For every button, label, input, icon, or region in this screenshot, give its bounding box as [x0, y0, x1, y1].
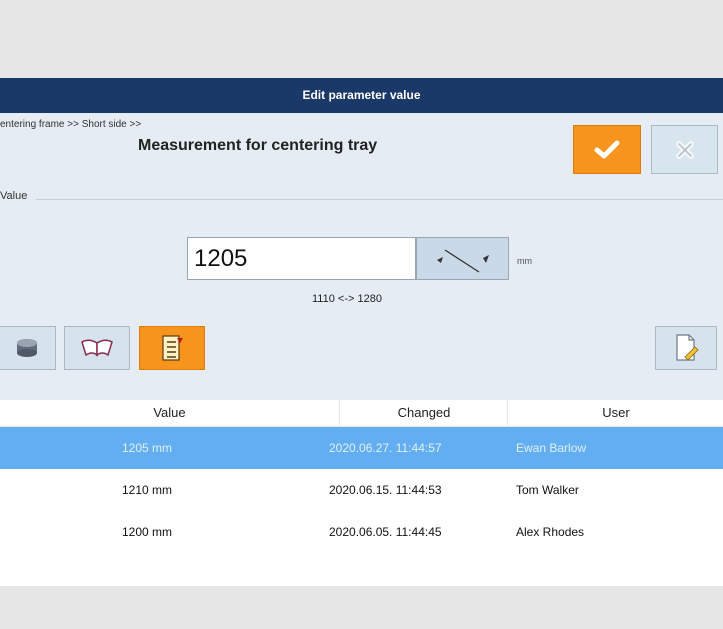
column-header-changed[interactable]: Changed [339, 400, 508, 426]
row-changed: 2020.06.27. 11:44:57 [329, 441, 442, 455]
value-section-legend: Value [0, 190, 28, 202]
page-title: Measurement for centering tray [138, 137, 378, 154]
database-button[interactable] [0, 326, 56, 370]
slope-adjust-button[interactable] [416, 237, 509, 280]
edit-parameter-dialog: Edit parameter value entering frame >> S… [0, 78, 723, 586]
dialog-titlebar: Edit parameter value [0, 78, 723, 113]
value-section-divider [36, 199, 723, 200]
x-icon [675, 140, 694, 159]
row-value: 1200 mm [122, 525, 173, 539]
slope-arrows-icon [437, 249, 489, 273]
history-button[interactable] [139, 326, 205, 370]
column-header-value[interactable]: Value [0, 400, 339, 426]
row-user: Tom Walker [516, 483, 579, 497]
row-value: 1205 mm [122, 441, 173, 455]
history-table-body: 1205 mm 2020.06.27. 11:44:57 Ewan Barlow… [0, 427, 723, 586]
checkmark-icon [594, 140, 620, 158]
open-book-icon [81, 339, 113, 357]
table-row[interactable]: 1205 mm 2020.06.27. 11:44:57 Ewan Barlow [0, 427, 723, 469]
manual-button[interactable] [64, 326, 130, 370]
breadcrumb: entering frame >> Short side >> [0, 119, 142, 130]
value-range: 1110 <-> 1280 [312, 293, 382, 305]
table-row[interactable]: 1210 mm 2020.06.15. 11:44:53 Tom Walker [0, 469, 723, 511]
row-changed: 2020.06.05. 11:44:45 [329, 525, 442, 539]
database-icon [17, 339, 37, 357]
ok-button[interactable] [573, 125, 641, 174]
edit-document-icon [676, 334, 699, 361]
cancel-button[interactable] [651, 125, 718, 174]
value-input[interactable]: 1205 [187, 237, 416, 280]
unit-label: mm [517, 256, 532, 266]
history-table-header: Value Changed User [0, 400, 723, 427]
row-value: 1210 mm [122, 483, 173, 497]
history-list-icon [162, 335, 183, 361]
column-header-user[interactable]: User [507, 400, 723, 426]
edit-note-button[interactable] [655, 326, 717, 370]
row-user: Alex Rhodes [516, 525, 585, 539]
dialog-header: entering frame >> Short side >> Measurem… [0, 113, 723, 191]
row-user: Ewan Barlow [516, 441, 587, 455]
table-row[interactable]: 1200 mm 2020.06.05. 11:44:45 Alex Rhodes [0, 511, 723, 553]
row-changed: 2020.06.15. 11:44:53 [329, 483, 442, 497]
